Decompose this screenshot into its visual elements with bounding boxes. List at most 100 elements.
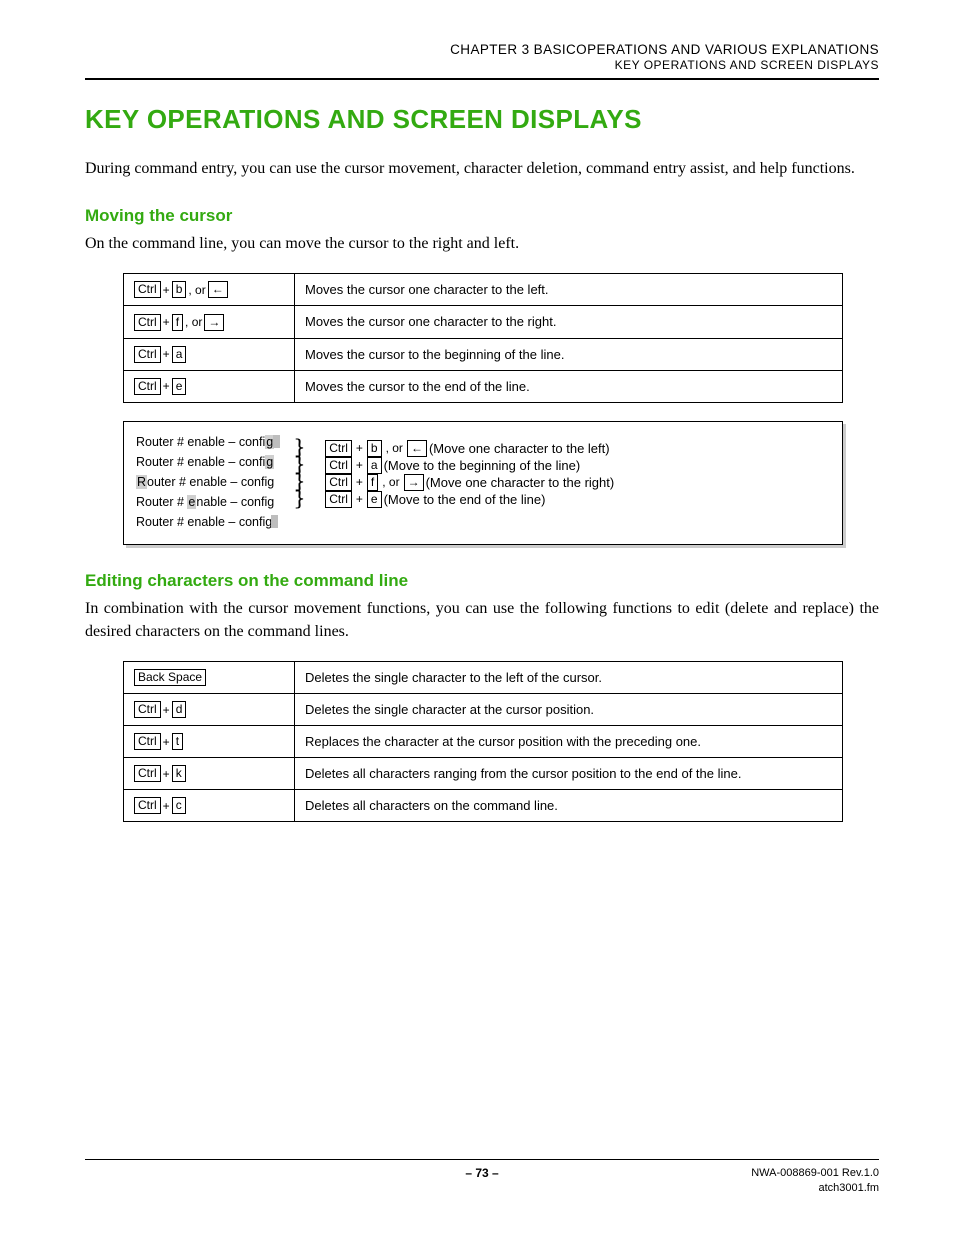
plus: + — [161, 347, 172, 361]
plus: + — [161, 799, 172, 813]
example-desc: Ctrl+a (Move to the beginning of the lin… — [325, 457, 580, 474]
key-letter: e — [172, 378, 187, 395]
key-letter: k — [172, 765, 186, 782]
key-cell: Ctrl+f, or → — [124, 306, 295, 338]
desc-cell: Replaces the character at the cursor pos… — [295, 726, 843, 758]
table-row: Back Space Deletes the single character t… — [124, 662, 843, 694]
key-cell: Ctrl+b, or ← — [124, 274, 295, 306]
plus: + — [161, 735, 172, 749]
section-heading-moving-cursor: Moving the cursor — [85, 206, 879, 226]
key-ctrl: Ctrl — [134, 797, 161, 814]
cursor-example-box: Router # enable – configRouter # enable … — [123, 421, 843, 545]
key-letter: a — [172, 346, 187, 363]
section-heading-editing: Editing characters on the command line — [85, 571, 879, 591]
table-row: Ctrl+aMoves the cursor to the beginning … — [124, 338, 843, 370]
arrow-right-icon: → — [204, 314, 224, 331]
table-row: Ctrl+kDeletes all characters ranging fro… — [124, 758, 843, 790]
key-letter: c — [172, 797, 186, 814]
example-desc-text: (Move one character to the left) — [429, 441, 610, 456]
key-ctrl: Ctrl — [134, 733, 161, 750]
table-row: Ctrl+f, or →Moves the cursor one charact… — [124, 306, 843, 338]
example-desc: Ctrl+e (Move to the end of the line) — [325, 491, 545, 508]
or-separator: , or — [380, 475, 401, 489]
or-separator: , or — [384, 441, 405, 455]
key-cell: Ctrl+c — [124, 790, 295, 822]
arrow-left-icon: ← — [208, 281, 228, 298]
key-letter: e — [367, 491, 382, 508]
plus: + — [161, 767, 172, 781]
key-ctrl: Ctrl — [325, 474, 352, 491]
key-ctrl: Ctrl — [325, 457, 352, 474]
desc-cell: Deletes all characters on the command li… — [295, 790, 843, 822]
editing-table: Back Space Deletes the single character t… — [123, 661, 843, 822]
example-desc-text: (Move one character to the right) — [426, 475, 615, 490]
plus: + — [354, 458, 365, 472]
arrow-left-icon: ← — [407, 440, 427, 457]
table-row: Ctrl+dDeletes the single character at th… — [124, 694, 843, 726]
key-letter: a — [367, 457, 382, 474]
key-ctrl: Ctrl — [134, 765, 161, 782]
section-line: KEY OPERATIONS AND SCREEN DISPLAYS — [85, 58, 879, 72]
key-ctrl: Ctrl — [325, 440, 352, 457]
doc-file: atch3001.fm — [751, 1181, 879, 1195]
key-ctrl: Ctrl — [134, 378, 161, 395]
plus: + — [161, 315, 172, 329]
s2-lead: In combination with the cursor movement … — [85, 597, 879, 643]
plus: + — [161, 379, 172, 393]
example-desc-line: ︷Ctrl+f, or → (Move one character to the… — [291, 474, 614, 491]
example-prompt-line: Router # enable – config — [136, 452, 279, 472]
brace-icon: ︷ — [299, 489, 316, 509]
key-letter: f — [367, 474, 378, 491]
key-cell: Ctrl+e — [124, 370, 295, 402]
table-row: Ctrl+cDeletes all characters on the comm… — [124, 790, 843, 822]
plus: + — [354, 492, 365, 506]
page-title: KEY OPERATIONS AND SCREEN DISPLAYS — [85, 104, 879, 135]
plus: + — [354, 475, 365, 489]
key-cell: Ctrl+a — [124, 338, 295, 370]
key-ctrl: Ctrl — [134, 314, 161, 331]
example-prompt-line: Router # enable – config — [136, 512, 279, 532]
key-backspace: Back Space — [134, 669, 206, 686]
desc-cell: Deletes the single character at the curs… — [295, 694, 843, 726]
key-letter: f — [172, 314, 183, 331]
intro-paragraph: During command entry, you can use the cu… — [85, 157, 879, 180]
key-cell: Ctrl+k — [124, 758, 295, 790]
or-separator: , or — [183, 315, 204, 329]
table-row: Ctrl+b, or ←Moves the cursor one charact… — [124, 274, 843, 306]
page-footer: – 73 – NWA-008869-001 Rev.1.0 atch3001.f… — [85, 1159, 879, 1195]
plus: + — [161, 283, 172, 297]
example-prompt-line: Router # enable – config — [136, 492, 279, 512]
key-letter: b — [367, 440, 382, 457]
s1-lead: On the command line, you can move the cu… — [85, 232, 879, 255]
example-desc-text: (Move to the beginning of the line) — [384, 458, 581, 473]
page-number: – 73 – — [85, 1166, 879, 1180]
plus: + — [161, 703, 172, 717]
key-cell: Ctrl+d — [124, 694, 295, 726]
desc-cell: Moves the cursor to the beginning of the… — [295, 338, 843, 370]
page-header: CHAPTER 3 BASICOPERATIONS AND VARIOUS EX… — [85, 42, 879, 72]
key-cell: Ctrl+t — [124, 726, 295, 758]
or-separator: , or — [186, 283, 207, 297]
plus: + — [354, 441, 365, 455]
example-desc: Ctrl+f, or → (Move one character to the … — [325, 474, 614, 491]
cursor-movement-table: Ctrl+b, or ←Moves the cursor one charact… — [123, 273, 843, 402]
key-letter: d — [172, 701, 187, 718]
table-row: Ctrl+eMoves the cursor to the end of the… — [124, 370, 843, 402]
key-ctrl: Ctrl — [134, 281, 161, 298]
example-desc-line: ︷ Ctrl+e (Move to the end of the line) — [291, 491, 614, 508]
example-desc-text: (Move to the end of the line) — [384, 492, 546, 507]
header-rule — [85, 78, 879, 80]
example-desc-line: ︷Ctrl+a (Move to the beginning of the li… — [291, 457, 614, 474]
key-ctrl: Ctrl — [134, 701, 161, 718]
example-prompt-line: Router # enable – config — [136, 432, 279, 452]
chapter-line: CHAPTER 3 BASICOPERATIONS AND VARIOUS EX… — [85, 42, 879, 57]
desc-cell: Moves the cursor one character to the le… — [295, 274, 843, 306]
key-cell: Back Space — [124, 662, 295, 694]
key-ctrl: Ctrl — [134, 346, 161, 363]
example-desc: Ctrl+b, or ← (Move one character to the … — [325, 440, 609, 457]
desc-cell: Deletes the single character to the left… — [295, 662, 843, 694]
desc-cell: Moves the cursor one character to the ri… — [295, 306, 843, 338]
example-prompt-line: Router # enable – config — [136, 472, 279, 492]
key-ctrl: Ctrl — [325, 491, 352, 508]
desc-cell: Moves the cursor to the end of the line. — [295, 370, 843, 402]
